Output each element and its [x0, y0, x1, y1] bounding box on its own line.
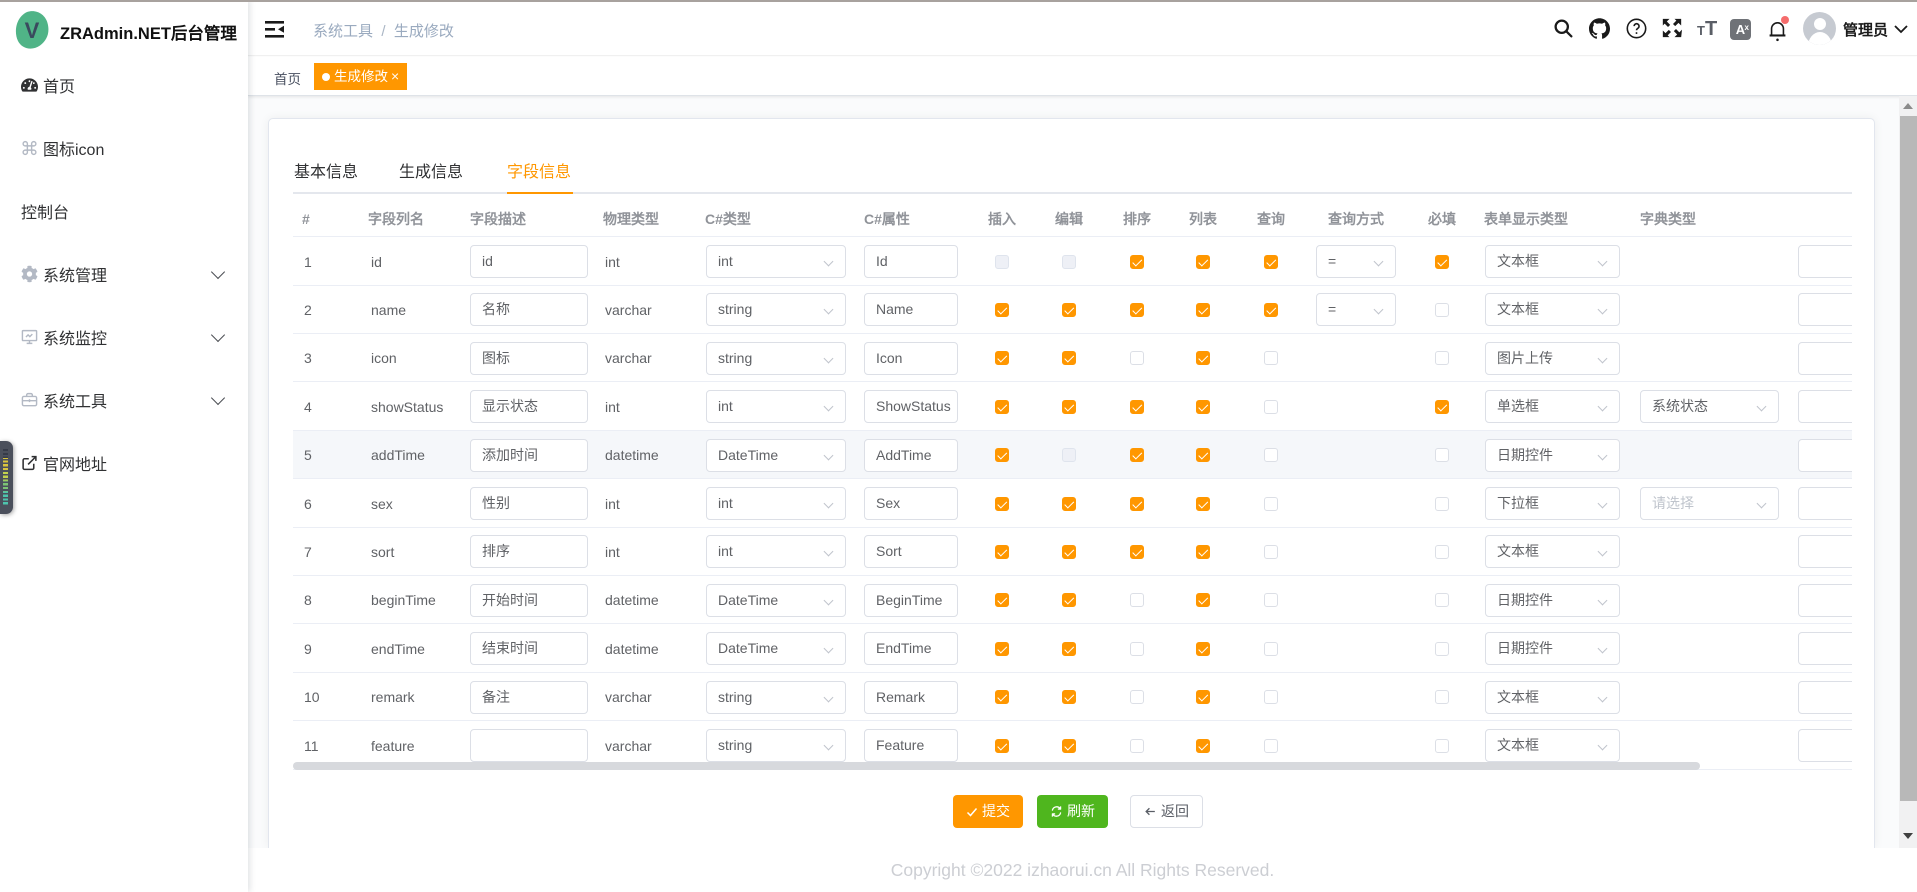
svg-text:V: V: [25, 18, 40, 43]
